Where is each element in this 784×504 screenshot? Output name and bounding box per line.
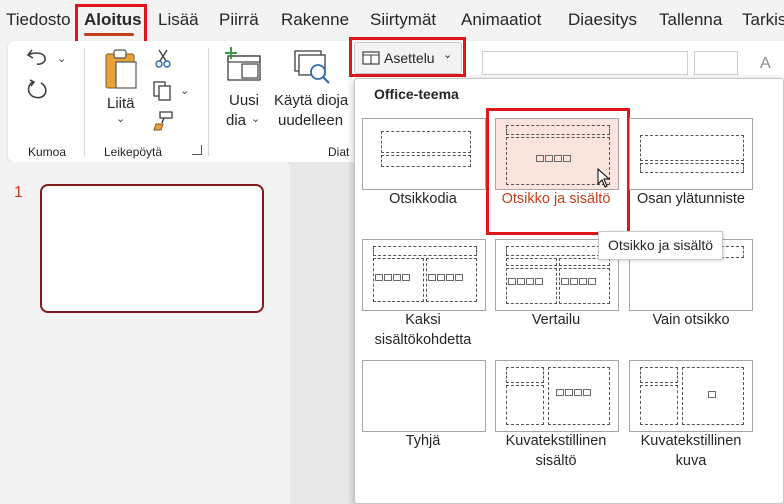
layout-tile-blank[interactable] — [362, 360, 486, 432]
slide-thumbnail[interactable] — [40, 184, 264, 313]
mouse-cursor-icon — [597, 168, 611, 188]
tab-tallenna[interactable]: Tallenna — [659, 10, 722, 30]
layout-tile-picture-caption[interactable] — [629, 360, 753, 432]
tab-tarkista[interactable]: Tarkis — [742, 10, 784, 30]
tab-piirra[interactable]: Piirrä — [219, 10, 259, 30]
paste-icon[interactable] — [102, 48, 140, 90]
new-slide-icon[interactable] — [222, 46, 264, 84]
layout-icon — [362, 51, 380, 65]
layout-label-title-slide: Otsikkodia — [389, 191, 457, 207]
clipboard-group-label: Leikepöytä — [104, 145, 163, 159]
tab-tiedosto[interactable]: Tiedosto — [6, 10, 71, 30]
undo-icon[interactable] — [26, 46, 50, 68]
paste-label[interactable]: Liitä — [107, 94, 135, 113]
tab-diaesitys[interactable]: Diaesitys — [568, 10, 637, 30]
clipboard-dialog-launcher-icon[interactable] — [192, 145, 202, 155]
new-slide-label-line2[interactable]: dia — [226, 111, 246, 130]
reuse-slides-label-line2[interactable]: uudelleen — [278, 111, 343, 130]
slide-number: 1 — [14, 184, 23, 201]
undo-dropdown-chevron-icon[interactable]: ⌄ — [57, 52, 66, 65]
new-slide-dropdown-chevron-icon[interactable]: ⌄ — [251, 112, 260, 125]
tab-animaatiot[interactable]: Animaatiot — [461, 10, 541, 30]
font-name-combobox[interactable] — [482, 51, 688, 75]
ribbon-tabs: Tiedosto Aloitus Lisää Piirrä Rakenne Si… — [0, 0, 784, 40]
layout-label-two-content: Kaksi sisältökohdetta — [374, 312, 472, 348]
format-painter-icon[interactable] — [152, 110, 174, 132]
increase-font-icon[interactable]: A — [760, 55, 771, 73]
layout-label-title-content: Otsikko ja sisältö — [501, 191, 611, 207]
layout-button[interactable]: Asettelu ⌄ — [354, 42, 462, 74]
undo-group-label: Kumoa — [28, 145, 67, 159]
reuse-slides-icon[interactable] — [292, 48, 334, 88]
redo-icon[interactable] — [26, 78, 50, 102]
layout-label-section-header: Osan ylätunniste — [636, 191, 745, 207]
tab-rakenne[interactable]: Rakenne — [281, 10, 349, 30]
group-separator — [84, 48, 85, 156]
active-tab-indicator — [84, 33, 134, 36]
group-separator — [208, 48, 209, 156]
paste-dropdown-chevron-icon[interactable]: ⌄ — [116, 112, 125, 125]
tab-lisaa[interactable]: Lisää — [158, 10, 199, 30]
layout-tile-title-slide[interactable] — [362, 118, 486, 190]
copy-dropdown-chevron-icon[interactable]: ⌄ — [180, 84, 189, 97]
layout-label-picture-caption: Kuvatekstillinen kuva — [640, 433, 742, 469]
layout-chevron-icon: ⌄ — [443, 49, 453, 61]
layout-label-title-only: Vain otsikko — [652, 312, 730, 328]
layout-button-label: Asettelu — [384, 50, 435, 66]
new-slide-label[interactable]: Uusi — [229, 91, 259, 110]
tab-aloitus[interactable]: Aloitus — [84, 10, 142, 30]
layout-tile-section-header[interactable] — [629, 118, 753, 190]
layout-label-blank: Tyhjä — [405, 433, 441, 449]
layout-label-content-caption: Kuvatekstillinen sisältö — [505, 433, 607, 469]
layout-label-comparison: Vertailu — [531, 312, 581, 328]
layout-tooltip: Otsikko ja sisältö — [598, 231, 724, 260]
tab-siirtymat[interactable]: Siirtymät — [370, 10, 436, 30]
copy-icon[interactable] — [152, 80, 174, 102]
layout-tile-two-content[interactable] — [362, 239, 486, 311]
cut-icon[interactable] — [154, 48, 172, 68]
reuse-slides-label[interactable]: Käytä dioja — [274, 91, 348, 110]
slides-group-label: Diat — [328, 145, 350, 159]
font-size-combobox[interactable] — [694, 51, 738, 75]
layout-tile-content-caption[interactable] — [495, 360, 619, 432]
gallery-section-title: Office-teema — [374, 86, 459, 102]
